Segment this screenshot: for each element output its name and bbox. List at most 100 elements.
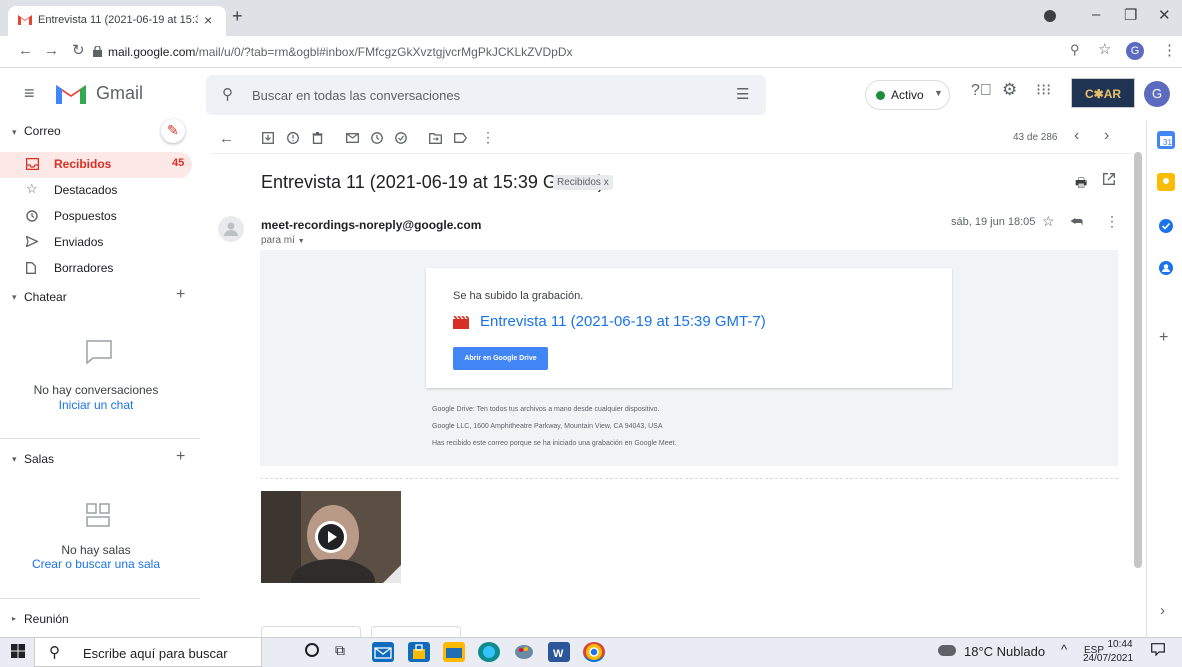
get-addons-icon[interactable]: + <box>1159 329 1168 347</box>
sidebar-item-drafts[interactable]: Borradores <box>0 256 192 282</box>
video-attachment-thumbnail[interactable] <box>261 491 401 583</box>
chrome-menu-icon[interactable]: ⋮ <box>1162 41 1177 59</box>
tasks-icon[interactable] <box>1157 217 1175 235</box>
new-tab-button[interactable]: + <box>232 6 243 27</box>
recording-link[interactable]: Entrevista 11 (2021-06-19 at 15:39 GMT-7… <box>480 313 766 330</box>
find-room-link[interactable]: Crear o buscar una sala <box>0 557 192 571</box>
sender-email[interactable]: meet-recordings-noreply@google.com <box>261 218 481 232</box>
edge-browser-icon[interactable] <box>478 642 500 662</box>
zoom-icon[interactable]: ⚲ <box>1070 42 1080 58</box>
send-icon <box>26 236 38 247</box>
collapse-caret-icon[interactable]: ▾ <box>12 127 17 138</box>
search-box[interactable]: ⚲ Buscar en todas las conversaciones ☰ <box>206 75 766 115</box>
mail-section-header[interactable]: Correo <box>24 124 61 138</box>
older-chevron-icon[interactable]: › <box>1104 127 1109 145</box>
word-app-icon[interactable]: W <box>548 642 570 662</box>
taskbar-search[interactable]: ⚲ Escribe aquí para buscar <box>34 637 262 667</box>
search-options-icon[interactable]: ☰ <box>736 85 749 103</box>
chrome-app-icon[interactable] <box>583 642 605 662</box>
cortana-icon[interactable] <box>305 643 319 657</box>
side-panel-toggle-icon[interactable]: › <box>1160 602 1165 619</box>
search-icon[interactable]: ⚲ <box>222 85 233 103</box>
profile-avatar[interactable]: G <box>1126 42 1144 60</box>
snooze-icon[interactable] <box>371 132 383 144</box>
sidebar-item-inbox[interactable]: Recibidos 45 <box>0 152 192 178</box>
rooms-section-header[interactable]: Salas <box>24 452 54 466</box>
taskbar-search-input[interactable]: Escribe aquí para buscar <box>83 646 228 661</box>
inbox-label-chip[interactable]: Recibidos x <box>553 175 613 190</box>
scrollbar-thumb[interactable] <box>1134 152 1142 568</box>
help-icon[interactable]: ?⃝ <box>971 82 992 100</box>
main-menu-icon[interactable]: ≡ <box>24 83 35 104</box>
apps-grid-icon[interactable]: ⁝⁝⁝ <box>1036 80 1051 100</box>
collapse-caret-icon[interactable]: ▾ <box>12 454 17 465</box>
more-options-icon[interactable]: ⋮ <box>481 129 495 146</box>
minimize-button[interactable]: – <box>1092 6 1100 23</box>
weather-cloud-icon[interactable] <box>938 645 956 656</box>
keep-icon[interactable] <box>1157 173 1175 191</box>
expand-caret-icon[interactable]: ▸ <box>12 614 16 623</box>
back-arrow-icon[interactable]: ← <box>18 42 33 59</box>
status-dropdown[interactable]: Activo ▼ <box>865 80 950 110</box>
close-window-button[interactable]: ✕ <box>1158 6 1171 24</box>
browser-tab[interactable]: Entrevista 11 (2021-06-19 at 15:3 × <box>8 6 226 36</box>
reload-icon[interactable]: ↻ <box>72 41 85 59</box>
open-in-drive-button[interactable]: Abrir en Google Drive <box>453 347 548 370</box>
sidebar-item-snoozed[interactable]: Pospuestos <box>0 204 192 230</box>
open-new-window-icon[interactable] <box>1103 173 1115 185</box>
gmail-logo-icon[interactable] <box>56 82 86 104</box>
mail-app-icon[interactable] <box>372 642 394 662</box>
recipient-dropdown[interactable]: para mí ▼ <box>261 235 305 246</box>
weather-text[interactable]: 18°C Nublado <box>964 644 1045 659</box>
search-input[interactable]: Buscar en todas las conversaciones <box>252 88 460 103</box>
tray-chevron-up-icon[interactable]: ^ <box>1061 642 1067 657</box>
clock-time[interactable]: 10:44 <box>1099 639 1141 650</box>
add-chat-icon[interactable]: + <box>176 286 185 304</box>
sender-avatar[interactable] <box>218 216 244 242</box>
mark-unread-icon[interactable] <box>346 133 359 143</box>
print-icon[interactable]: 🖶 <box>1075 174 1087 196</box>
meeting-section-header[interactable]: Reunión <box>24 612 69 626</box>
settings-gear-icon[interactable]: ⚙ <box>1002 80 1017 100</box>
clock-date[interactable]: 24/07/2021 <box>1083 653 1133 664</box>
forward-button[interactable] <box>371 626 461 637</box>
paint-app-icon[interactable] <box>513 642 535 662</box>
tab-close-button[interactable]: × <box>204 12 212 28</box>
contacts-icon[interactable] <box>1157 259 1175 277</box>
move-to-icon[interactable] <box>429 132 442 144</box>
file-explorer-icon[interactable] <box>443 642 465 662</box>
play-icon[interactable] <box>315 521 347 553</box>
add-task-icon[interactable] <box>395 132 408 144</box>
label-icon[interactable] <box>454 133 467 143</box>
add-room-icon[interactable]: + <box>176 448 185 466</box>
url-field[interactable]: mail.google.com/mail/u/0/?tab=rm&ogbl#in… <box>108 41 1068 63</box>
message-more-icon[interactable]: ⋮ <box>1105 213 1119 230</box>
lock-icon[interactable] <box>93 46 102 57</box>
calendar-icon[interactable]: 31 <box>1157 131 1175 149</box>
sidebar-item-sent[interactable]: Enviados <box>0 230 192 256</box>
report-spam-icon[interactable] <box>287 132 299 144</box>
notifications-icon[interactable] <box>1151 643 1165 656</box>
attachment-divider <box>260 478 1118 479</box>
archive-icon[interactable] <box>262 132 274 144</box>
delete-icon[interactable] <box>312 132 323 144</box>
reply-icon[interactable]: ⮪ <box>1070 213 1083 230</box>
forward-arrow-icon[interactable]: → <box>44 42 59 59</box>
restore-button[interactable]: ❐ <box>1124 6 1137 24</box>
compose-button[interactable]: ✎ <box>161 119 185 143</box>
sidebar-item-starred[interactable]: ☆ Destacados <box>0 178 192 204</box>
star-message-icon[interactable]: ☆ <box>1042 213 1055 230</box>
start-chat-link[interactable]: Iniciar un chat <box>0 398 192 412</box>
back-to-inbox-icon[interactable]: ← <box>219 130 234 147</box>
chat-section-header[interactable]: Chatear <box>24 290 67 304</box>
newer-chevron-icon[interactable]: ‹ <box>1074 127 1079 145</box>
task-view-icon[interactable]: ⧉ <box>335 642 345 659</box>
bookmark-star-icon[interactable]: ☆ <box>1098 40 1111 58</box>
reply-button[interactable] <box>261 626 361 637</box>
collapse-caret-icon[interactable]: ▾ <box>12 292 17 303</box>
account-avatar[interactable]: G <box>1144 81 1170 107</box>
store-app-icon[interactable] <box>408 642 430 662</box>
account-logo[interactable]: C✱AR <box>1071 78 1135 108</box>
profile-icon[interactable] <box>1044 10 1056 22</box>
windows-start-icon[interactable] <box>11 644 25 658</box>
